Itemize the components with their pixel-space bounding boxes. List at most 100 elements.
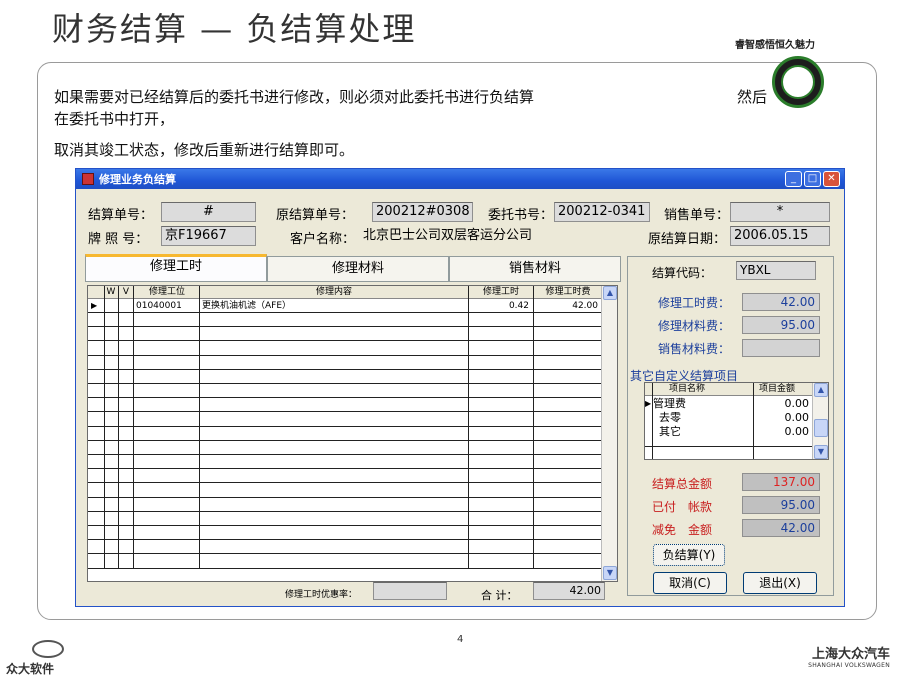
custom-item-row[interactable]: ▶ 管理费 0.00 (645, 397, 813, 411)
tab-labor-hours[interactable]: 修理工时 (85, 254, 267, 282)
custom-item-amount: 0.00 (784, 397, 810, 410)
row-hours-cell[interactable]: 0.42 (469, 300, 529, 312)
custom-item-name: 其它 (659, 425, 681, 438)
maximize-button[interactable]: □ (804, 171, 821, 187)
sales-no-label: 销售单号： (664, 208, 730, 223)
grid-row-divider (88, 340, 601, 342)
window-title: 修理业务负结算 (99, 173, 176, 186)
col-station-header[interactable]: 修理工位 (135, 286, 199, 298)
intro-line-1-tail: 然后 (737, 88, 768, 106)
paid-amount-label: 已付 帐款 (652, 500, 713, 514)
labor-grid[interactable]: W V 修理工位 修理内容 修理工时 修理工时费 ▶ 01040001 更换机油… (87, 285, 618, 582)
custom-scroll-down-icon[interactable]: ▼ (814, 445, 828, 459)
custom-item-row[interactable]: 其它 0.00 (645, 425, 813, 439)
material-fee-label: 修理材料费： (658, 319, 731, 333)
grid-row-divider (88, 368, 601, 370)
grid-row-divider (88, 510, 601, 512)
settle-code-field[interactable]: YBXL (736, 261, 816, 280)
grid-scrollbar[interactable]: ▲ ▼ (601, 286, 617, 581)
grid-row-divider (88, 482, 601, 484)
row-station-cell[interactable]: 01040001 (136, 300, 182, 312)
tab-repair-materials[interactable]: 修理材料 (267, 256, 449, 282)
grid-row-divider (88, 397, 601, 399)
negative-settle-button[interactable]: 负结算(Y) (653, 544, 725, 566)
exit-button[interactable]: 退出(X) (743, 572, 817, 594)
grid-row-divider (88, 454, 601, 455)
grid-row-divider (88, 439, 601, 441)
grid-column-divider (104, 286, 105, 569)
grid-total-field: 42.00 (533, 582, 605, 600)
plate-field[interactable]: 京F19667 (161, 226, 256, 246)
row-fee-cell[interactable]: 42.00 (534, 300, 598, 312)
custom-item-row[interactable]: 去零 0.00 (645, 411, 813, 425)
custom-item-name: 去零 (659, 411, 681, 424)
settle-no-label: 结算单号： (88, 208, 154, 223)
row-content-cell[interactable]: 更换机油机滤（AFE） (202, 300, 291, 312)
grid-column-divider (199, 286, 200, 569)
grid-total-label: 合 计： (481, 589, 518, 602)
customer-label: 客户名称： (290, 232, 356, 247)
discount-amount-field: 42.00 (742, 519, 820, 537)
sales-fee-label: 销售材料费： (658, 342, 731, 356)
title-bar[interactable]: 修理业务负结算 _ □ ✕ (76, 169, 844, 189)
custom-amount-header[interactable]: 项目金额 (759, 383, 795, 395)
discount-amount-label: 减免 金额 (652, 523, 713, 537)
material-fee-field: 95.00 (742, 316, 820, 334)
scroll-up-icon[interactable]: ▲ (603, 286, 617, 300)
col-w-header[interactable]: W (106, 286, 116, 298)
scroll-down-icon[interactable]: ▼ (603, 566, 617, 580)
settle-no-field[interactable]: # (161, 202, 256, 222)
labor-fee-label: 修理工时费： (658, 296, 731, 310)
grid-row-divider (88, 553, 601, 555)
paid-amount-field: 95.00 (742, 496, 820, 514)
col-hours-header[interactable]: 修理工时 (469, 286, 533, 298)
settlement-panel: 结算代码： YBXL 修理工时费： 42.00 修理材料费： 95.00 销售材… (627, 256, 834, 596)
custom-item-name: 管理费 (653, 397, 686, 410)
app-icon (82, 173, 94, 185)
vendor-mark-icon (32, 640, 64, 658)
total-amount-field: 137.00 (742, 473, 820, 491)
grid-row-divider (88, 496, 601, 498)
total-amount-label: 结算总金额 (652, 477, 713, 491)
grid-row-divider (88, 383, 601, 384)
col-v-header[interactable]: V (120, 286, 132, 298)
grid-header: W V 修理工位 修理内容 修理工时 修理工时费 (88, 286, 601, 299)
custom-scroll-up-icon[interactable]: ▲ (814, 383, 828, 397)
col-content-header[interactable]: 修理内容 (200, 286, 468, 298)
minimize-button[interactable]: _ (785, 171, 802, 187)
custom-scroll-thumb[interactable] (814, 419, 828, 437)
skoda-logo-icon (772, 56, 824, 108)
custom-items-scrollbar[interactable]: ▲ ▼ (812, 383, 828, 459)
custom-item-amount: 0.00 (784, 411, 810, 424)
grid-row-divider (88, 326, 601, 328)
discount-rate-label: 修理工时优惠率： (285, 590, 358, 600)
orig-date-label: 原结算日期： (648, 232, 727, 247)
orig-date-field[interactable]: 2006.05.15 (730, 226, 830, 246)
vendor-logo: 众大软件 (6, 640, 96, 677)
intro-line-1: 如果需要对已经结算后的委托书进行修改，则必须对此委托书进行负结算 (54, 88, 535, 106)
brand-logo: 上海大众汽车 SHANGHAI VOLKSWAGEN (808, 643, 890, 669)
cancel-button[interactable]: 取消(C) (653, 572, 727, 594)
sales-fee-field (742, 339, 820, 357)
grid-row-divider (88, 567, 601, 569)
orig-settle-no-field[interactable]: 200212#0308 (372, 202, 473, 222)
close-button[interactable]: ✕ (823, 171, 840, 187)
settle-code-label: 结算代码： (652, 266, 713, 280)
sales-no-field[interactable]: * (730, 202, 830, 222)
custom-name-header[interactable]: 项目名称 (669, 383, 705, 395)
custom-items-grid[interactable]: 项目名称 项目金额 ▶ 管理费 0.00 去零 0.00 其它 0.00 ▲ ▼ (644, 382, 829, 460)
grid-column-divider (533, 286, 534, 569)
col-fee-header[interactable]: 修理工时费 (534, 286, 602, 298)
vendor-name: 众大软件 (6, 662, 55, 676)
brand-en: SHANGHAI VOLKSWAGEN (808, 662, 890, 669)
discount-rate-field[interactable] (373, 582, 447, 600)
order-no-field[interactable]: 200212-0341 (554, 202, 650, 222)
brand-cn: 上海大众汽车 (811, 647, 890, 662)
orig-settle-no-label: 原结算单号： (276, 208, 355, 223)
custom-row-pointer-icon: ▶ (645, 399, 652, 408)
intro-line-3: 取消其竣工状态，修改后重新进行结算即可。 (54, 141, 355, 159)
grid-row-divider (88, 312, 601, 313)
customer-field[interactable]: 北京巴士公司双层客运分公司 (359, 226, 639, 246)
tab-sales-materials[interactable]: 销售材料 (449, 256, 621, 282)
grid-row-divider (88, 411, 601, 413)
